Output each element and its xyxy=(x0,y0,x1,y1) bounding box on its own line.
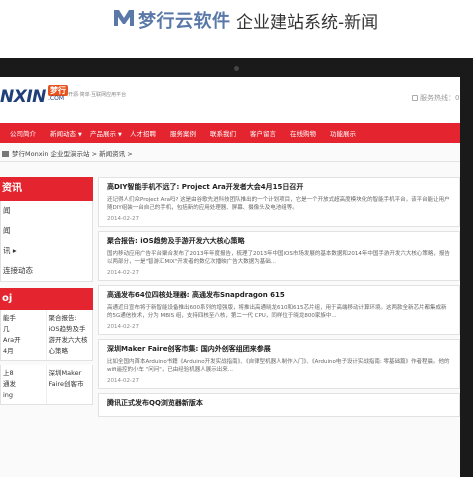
recommend-item[interactable]: 上8 通发 ing xyxy=(1,365,47,404)
recommend-item[interactable]: 聚合报告: iOS趋势及手 游开发六大核 心策略 xyxy=(47,310,93,360)
main-nav: 公司简介 新闻动态 ▼ 产品展示 ▼ 人才招聘 服务案例 联系我们 客户留言 在线购… xyxy=(0,123,460,143)
nav-item-news[interactable]: 新闻动态 ▼ xyxy=(40,128,82,138)
camera-dot xyxy=(234,66,239,71)
website-screen: NXIN 梦行 .COM 开源·简单·互联网应用平台 服务热线：0745 公司简… xyxy=(0,77,460,477)
recommend-item[interactable]: 深圳Maker Faire创客市 xyxy=(47,365,93,404)
sidebar-list: 闻 闻 讯 ▸ 连接动态 xyxy=(0,201,93,282)
nav-item-contact[interactable]: 联系我们 xyxy=(200,128,240,138)
news-date: 2014-02-27 xyxy=(107,324,139,330)
news-date: 2014-02-27 xyxy=(107,378,139,384)
sidebar-item[interactable]: 连接动态 xyxy=(1,261,92,281)
news-date: 2014-02-27 xyxy=(107,216,139,222)
nav-item-shop[interactable]: 在线购物 xyxy=(280,128,320,138)
news-date: 2014-02-27 xyxy=(107,270,139,276)
banner-title: 企业建站系统-新闻 xyxy=(236,13,379,33)
banner-brand: 梦行云软件 xyxy=(138,11,231,32)
sidebar: 资讯 闻 闻 讯 ▸ 连接动态 oj 能手 几 Ara开 4月 聚合报告: iO… xyxy=(0,177,93,405)
site-tagline: 开源·简单·互联网应用平台 xyxy=(68,92,127,98)
news-title[interactable]: 高通发布64位四核处理器: 高通发布Snapdragon 615 xyxy=(107,290,451,300)
news-item[interactable]: 聚合报告: iOS趋势及手游开发六大核心策略 国内移动应用广告平台聚合发布了20… xyxy=(98,231,460,281)
nav-item-guestbook[interactable]: 客户留言 xyxy=(240,128,280,138)
sidebar-item[interactable]: 闻 xyxy=(1,201,92,221)
logo-sub: .COM xyxy=(48,95,64,102)
news-summary: 还记得人们众Project Ara吗? 这是由谷歌先进科技团队推出的一个计划项目… xyxy=(107,197,450,211)
news-summary: 比如全国内首本Arduino书籍《Arduino开发实战指南》、《自律型机器人制… xyxy=(107,359,450,373)
recommend-grid-2: 上8 通发 ing 深圳Maker Faire创客市 xyxy=(0,365,93,405)
news-item[interactable]: 腾讯正式发布QQ浏览器新版本 xyxy=(98,393,460,417)
nav-item-products[interactable]: 产品展示 ▼ xyxy=(80,128,122,138)
recommend-header: oj xyxy=(0,288,93,310)
news-summary: 高通近日宣布将于新智能设备推出600系列的增强版，将推出高通晓龙610和615芯… xyxy=(107,305,447,319)
news-summary: 国内移动应用广告平台聚合发布了2013年年度报告，梳理了2013年中国iOS市场… xyxy=(107,251,450,265)
news-item[interactable]: 高通发布64位四核处理器: 高通发布Snapdragon 615 高通近日宣布将… xyxy=(98,285,460,335)
phone-icon xyxy=(412,95,418,101)
news-title[interactable]: 深圳Maker Faire创客市集: 国内外创客组团来参展 xyxy=(107,344,451,354)
sidebar-header: 资讯 xyxy=(0,177,93,201)
sidebar-item[interactable]: 闻 xyxy=(1,221,92,241)
site-logo[interactable]: NXIN xyxy=(0,87,46,107)
news-list: 高DIY智能手机不远了: Project Ara开发者大会4月15日召开 还记得… xyxy=(98,177,460,421)
recommend-item[interactable]: 能手 几 Ara开 4月 xyxy=(1,310,47,360)
breadcrumb-text[interactable]: 梦行Monxin 企业型演示站 > 新闻资讯 > xyxy=(12,150,133,158)
monitor-bezel-right xyxy=(460,77,473,477)
news-title[interactable]: 聚合报告: iOS趋势及手游开发六大核心策略 xyxy=(107,236,451,246)
news-title[interactable]: 高DIY智能手机不远了: Project Ara开发者大会4月15日召开 xyxy=(107,182,451,192)
nav-item-jobs[interactable]: 人才招聘 xyxy=(120,128,160,138)
m-logo-icon xyxy=(114,10,134,26)
sidebar-item[interactable]: 讯 ▸ xyxy=(1,241,92,261)
recommend-grid: 能手 几 Ara开 4月 聚合报告: iOS趋势及手 游开发六大核 心策略 xyxy=(0,310,93,361)
nav-item-about[interactable]: 公司简介 xyxy=(0,128,40,138)
breadcrumb: 梦行Monxin 企业型演示站 > 新闻资讯 > xyxy=(0,148,460,162)
nav-item-features[interactable]: 功能展示 xyxy=(320,128,360,138)
site-header: NXIN 梦行 .COM 开源·简单·互联网应用平台 服务热线：0745 xyxy=(0,77,460,123)
top-banner: 梦行云软件 企业建站系统-新闻 xyxy=(0,0,473,40)
news-item[interactable]: 高DIY智能手机不远了: Project Ara开发者大会4月15日召开 还记得… xyxy=(98,177,460,227)
nav-item-cases[interactable]: 服务案例 xyxy=(160,128,200,138)
phone-text: 服务热线：0745 xyxy=(420,94,460,102)
news-item[interactable]: 深圳Maker Faire创客市集: 国内外创客组团来参展 比如全国内首本Ard… xyxy=(98,339,460,389)
service-phone: 服务热线：0745 xyxy=(412,93,460,103)
news-title[interactable]: 腾讯正式发布QQ浏览器新版本 xyxy=(107,398,451,408)
home-icon[interactable] xyxy=(2,151,9,157)
